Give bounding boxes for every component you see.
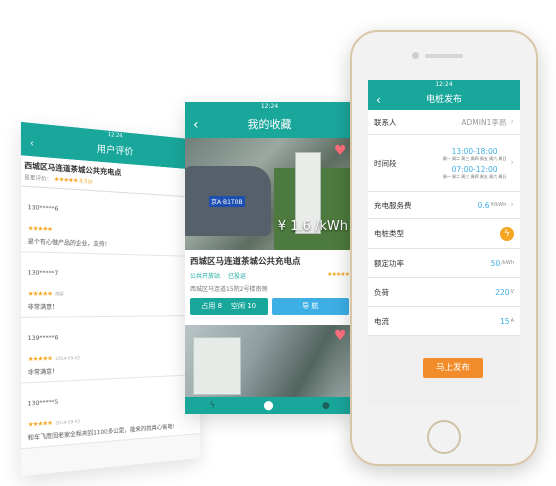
- summary-score: 4.5分: [79, 178, 93, 185]
- summary-label: 星星评价：: [24, 174, 52, 183]
- review-user: 130*****7: [28, 270, 59, 277]
- status-time: 12:24: [108, 132, 123, 140]
- back-arrow-icon[interactable]: ‹: [30, 132, 34, 157]
- publish-screen: 12:24 ‹ 电桩发布 联系人 ADMIN1李昂 › 时间段 13:00-18…: [368, 80, 520, 404]
- chevron-right-icon: ›: [510, 117, 514, 127]
- review-stars: ★★★★★: [28, 355, 52, 364]
- review-date: 2014-09-03: [55, 418, 80, 425]
- back-arrow-icon[interactable]: ‹: [376, 90, 381, 110]
- load-label: 负荷: [374, 287, 495, 298]
- navigate-button[interactable]: 导 航: [272, 298, 350, 315]
- station-stars: ★★★★★: [327, 271, 349, 280]
- user-icon[interactable]: ●: [322, 401, 330, 411]
- fee-value: 0.6: [478, 201, 490, 210]
- time-label: 时间段: [374, 158, 443, 169]
- current-unit: A: [511, 318, 514, 324]
- star-rating-icon: ★★★★★: [54, 175, 78, 184]
- occupied-count: 占用 8: [201, 302, 222, 310]
- publish-button[interactable]: 马上发布: [423, 358, 483, 378]
- camera-icon: [412, 52, 419, 59]
- review-user: 130*****5: [28, 399, 59, 407]
- current-value: 15: [500, 317, 510, 326]
- tag-paid: 已投运: [228, 273, 246, 280]
- nav-bar: ‹ 我的收藏: [185, 112, 354, 138]
- power-unit: /kWh: [501, 260, 514, 266]
- weekdays-2: 周一 周二 周三 周四 周五 周六 周日: [443, 174, 507, 180]
- review-item: 139*****6 ★★★★★ 2014-09-02 非常满意！: [21, 316, 200, 384]
- review-user: 130*****6: [28, 205, 59, 213]
- review-stars: ★★★★★: [28, 225, 52, 234]
- status-time: 12:24: [435, 81, 452, 88]
- chevron-right-icon: ›: [510, 200, 514, 210]
- tab-bar: ϟ ⬤ ●: [185, 397, 354, 414]
- status-bar: 12:24: [185, 102, 354, 112]
- favorites-screen: 12:24 ‹ 我的收藏 京A·B1T0B ♥ ¥ 1.6 /kWh 西城区马连…: [185, 102, 354, 414]
- nav-bar: ‹ 电桩发布: [368, 90, 520, 110]
- page-title: 电桩发布: [426, 95, 462, 105]
- time-range-1: 13:00-18:00: [443, 147, 507, 156]
- bolt-icon[interactable]: ϟ: [500, 227, 514, 241]
- license-plate: 京A·B1T0B: [209, 196, 245, 207]
- page-title: 用户评价: [97, 144, 134, 158]
- power-value: 50: [491, 259, 501, 268]
- contact-label: 联系人: [374, 117, 461, 128]
- fee-unit: ¥/kWh: [491, 202, 507, 208]
- fee-row[interactable]: 充电服务费 0.6 ¥/kWh ›: [368, 192, 520, 219]
- heart-icon[interactable]: ♥: [334, 144, 348, 158]
- current-label: 电流: [374, 316, 500, 327]
- status-time: 12:24: [261, 103, 278, 110]
- price-label: ¥ 1.6 /kWh: [278, 219, 348, 234]
- speaker-icon: [425, 54, 463, 58]
- review-item: 130*****6 ★★★★★ 是个有心做产品的企业，支持！: [21, 186, 200, 257]
- time-range-2: 07:00-12:00: [443, 165, 507, 174]
- time-row[interactable]: 时间段 13:00-18:00 周一 周二 周三 周四 周五 周六 周日 07:…: [368, 135, 520, 192]
- status-bar: 12:24: [368, 80, 520, 90]
- location-icon[interactable]: ⬤: [264, 401, 274, 411]
- power-row[interactable]: 额定功率 50 /kWh: [368, 249, 520, 278]
- load-value: 220: [495, 288, 509, 297]
- station-photo[interactable]: 京A·B1T0B ♥ ¥ 1.6 /kWh: [185, 138, 354, 250]
- contact-row[interactable]: 联系人 ADMIN1李昂 ›: [368, 110, 520, 135]
- phone-frame: 12:24 ‹ 电桩发布 联系人 ADMIN1李昂 › 时间段 13:00-18…: [350, 30, 538, 466]
- back-arrow-icon[interactable]: ‹: [193, 112, 199, 138]
- review-user: 139*****6: [28, 335, 59, 342]
- type-row[interactable]: 电桩类型 ϟ: [368, 219, 520, 249]
- page-title: 我的收藏: [248, 118, 292, 131]
- station-address: 西城区马连道15院2号楼南侧: [190, 284, 349, 293]
- availability-button[interactable]: 占用 8 空闲 10: [190, 298, 268, 315]
- free-count: 空闲 10: [231, 302, 256, 310]
- type-label: 电桩类型: [374, 228, 500, 239]
- weekdays-1: 周一 周二 周三 周四 周五 周六 周日: [443, 156, 507, 162]
- review-stars: ★★★★★: [28, 290, 52, 298]
- review-date: 2014-09-02: [55, 355, 80, 361]
- station-photo-2[interactable]: ♥: [185, 325, 354, 401]
- bolt-icon[interactable]: ϟ: [209, 401, 215, 411]
- station-card[interactable]: 西城区马连道茶城公共充电点 公共开放站 已投运 ★★★★★ 西城区马连道15院2…: [185, 250, 354, 320]
- contact-value: ADMIN1李昂: [461, 117, 506, 128]
- charging-machine-shape: [193, 337, 241, 395]
- fee-label: 充电服务费: [374, 200, 478, 211]
- heart-icon[interactable]: ♥: [334, 329, 348, 343]
- chevron-right-icon: ›: [510, 158, 514, 168]
- review-item: 130*****5 ★★★★★ 2014-09-03 和车飞度回老家全程来回110…: [21, 375, 200, 449]
- review-stars: ★★★★★: [28, 419, 52, 428]
- load-row[interactable]: 负荷 220 V: [368, 278, 520, 307]
- tag-public: 公共开放站: [190, 273, 220, 280]
- load-unit: V: [511, 289, 514, 295]
- home-button[interactable]: [427, 420, 461, 454]
- reviews-screen: 12:24 ‹ 用户评价 西城区马连道茶城公共充电点 星星评价： ★★★★★ 4…: [21, 122, 200, 476]
- review-item: 130*****7 ★★★★★ 两星 非常满意！: [21, 252, 200, 318]
- current-row[interactable]: 电流 15 A: [368, 307, 520, 336]
- station-name: 西城区马连道茶城公共充电点: [190, 255, 349, 267]
- power-label: 额定功率: [374, 258, 491, 269]
- review-date: 两星: [55, 291, 64, 296]
- review-text: 非常满意！: [28, 302, 195, 311]
